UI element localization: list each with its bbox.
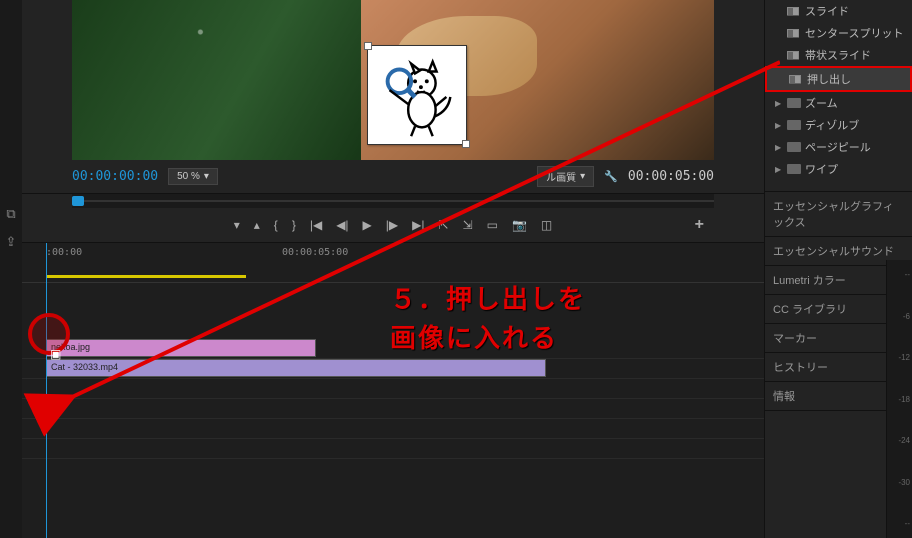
export-frame-icon[interactable]: ▭ <box>487 218 498 232</box>
ruler-mark-0: :00:00 <box>46 247 82 258</box>
mark-out-icon[interactable]: ▴ <box>254 218 260 232</box>
panel-essential-graphics[interactable]: エッセンシャルグラフィックス <box>765 192 912 237</box>
playhead[interactable] <box>46 243 47 538</box>
transport-controls: ▾ ▴ { } |◀ ◀| ▶ |▶ ▶| ⇱ ⇲ ▭ 📷 ◫ + <box>22 208 764 243</box>
effect-center-split[interactable]: センタースプリット <box>765 22 912 44</box>
monitor-scrub-bar[interactable] <box>72 194 714 208</box>
play-icon[interactable]: ▶ <box>363 218 372 232</box>
quality-dropdown[interactable]: ル画質▾ <box>537 166 594 187</box>
clip-cat-video[interactable]: Cat - 32033.mp4 <box>46 359 546 377</box>
camera-icon[interactable]: 📷 <box>512 218 527 232</box>
timeline-ruler[interactable]: :00:00 00:00:05:00 <box>22 243 764 283</box>
lift-icon[interactable]: ⇱ <box>439 218 449 232</box>
step-back-icon[interactable]: ◀| <box>336 218 348 232</box>
folder-zoom[interactable]: ▶ズーム <box>765 92 912 114</box>
drop-cursor-icon: ▣ <box>50 347 61 361</box>
project-panel-strip: ⧉ ⇪ <box>0 0 22 538</box>
track-v1[interactable]: Cat - 32033.mp4 <box>22 359 764 379</box>
link-icon[interactable]: ⧉ <box>0 200 22 228</box>
audio-meter: -- -6 -12 -18 -24 -30 -- <box>886 260 912 538</box>
folder-wipe[interactable]: ▶ワイプ <box>765 158 912 180</box>
effect-push[interactable]: 押し出し <box>765 66 912 92</box>
go-end-icon[interactable]: ▶| <box>412 218 424 232</box>
wrench-icon[interactable]: 🔧 <box>604 170 618 183</box>
annotation-drop-circle <box>28 313 70 355</box>
go-start-icon[interactable]: |◀ <box>310 218 322 232</box>
program-monitor <box>72 0 714 160</box>
work-area-bar[interactable] <box>46 275 246 278</box>
folder-page-peel[interactable]: ▶ページピール <box>765 136 912 158</box>
ruler-mark-1: 00:00:05:00 <box>282 247 348 258</box>
scrub-handle[interactable] <box>72 196 84 206</box>
mark-in-icon[interactable]: ▾ <box>234 218 240 232</box>
compare-icon[interactable]: ◫ <box>541 218 552 232</box>
effect-slide[interactable]: スライド <box>765 0 912 22</box>
extract-icon[interactable]: ⇲ <box>463 218 473 232</box>
add-button-icon[interactable]: + <box>695 216 704 234</box>
folder-dissolve[interactable]: ▶ディゾルブ <box>765 114 912 136</box>
overlay-image-nekoa[interactable] <box>367 45 467 145</box>
timecode-duration: 00:00:05:00 <box>628 169 714 184</box>
effects-panel: スライド センタースプリット 帯状スライド 押し出し ▶ズーム ▶ディゾルブ ▶… <box>765 0 912 180</box>
export-icon[interactable]: ⇪ <box>0 228 22 256</box>
clip-nekoa[interactable]: nekoa.jpg <box>46 339 316 357</box>
zoom-dropdown[interactable]: 50 %▾ <box>168 168 218 185</box>
in-bracket-icon[interactable]: { <box>274 218 278 232</box>
effect-band-slide[interactable]: 帯状スライド <box>765 44 912 66</box>
monitor-info-bar: 00:00:00:00 50 %▾ ル画質▾ 🔧 00:00:05:00 <box>22 160 764 194</box>
step-fwd-icon[interactable]: |▶ <box>386 218 398 232</box>
annotation-text: ５．押し出しを 画像に入れる <box>390 280 586 358</box>
out-bracket-icon[interactable]: } <box>292 218 296 232</box>
timecode-current[interactable]: 00:00:00:00 <box>72 169 158 184</box>
